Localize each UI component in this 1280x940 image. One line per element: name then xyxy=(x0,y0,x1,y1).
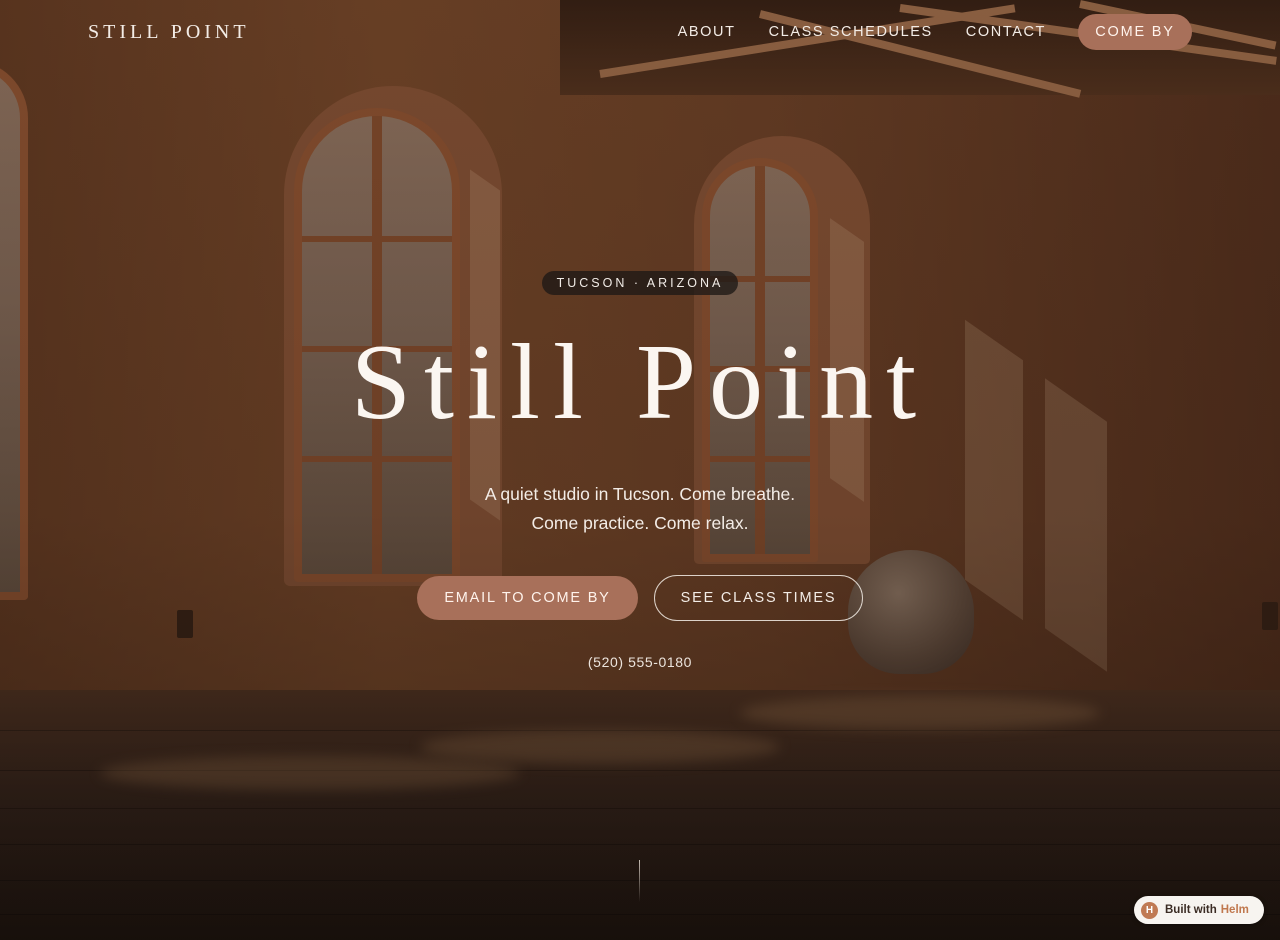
hero-subtitle: A quiet studio in Tucson. Come breathe. … xyxy=(0,480,1280,538)
hero-subtitle-line-2: Come practice. Come relax. xyxy=(531,513,749,533)
helm-logo-icon: H xyxy=(1141,901,1158,919)
brand-logo[interactable]: STILL POINT xyxy=(88,21,250,44)
location-badge: TUCSON · ARIZONA xyxy=(542,271,738,295)
badge-brand: Helm xyxy=(1220,904,1249,916)
nav-about[interactable]: ABOUT xyxy=(678,24,736,40)
hero-background-image xyxy=(0,0,1280,940)
built-with-badge[interactable]: H Built with Helm xyxy=(1134,896,1264,924)
hero-subtitle-line-1: A quiet studio in Tucson. Come breathe. xyxy=(484,484,796,504)
scroll-indicator xyxy=(639,860,640,902)
nav-class-schedules[interactable]: CLASS SCHEDULES xyxy=(769,24,933,40)
phone-number[interactable]: (520) 555-0180 xyxy=(0,654,1280,670)
hero-title: Still Point xyxy=(350,323,930,442)
see-class-times-button[interactable]: SEE CLASS TIMES xyxy=(654,575,863,621)
nav-contact[interactable]: CONTACT xyxy=(966,24,1046,40)
email-to-come-by-button[interactable]: EMAIL TO COME BY xyxy=(417,576,638,620)
come-by-button[interactable]: COME BY xyxy=(1078,14,1192,50)
badge-text: Built with xyxy=(1165,904,1217,916)
main-nav: ABOUT CLASS SCHEDULES CONTACT COME BY xyxy=(678,14,1192,50)
